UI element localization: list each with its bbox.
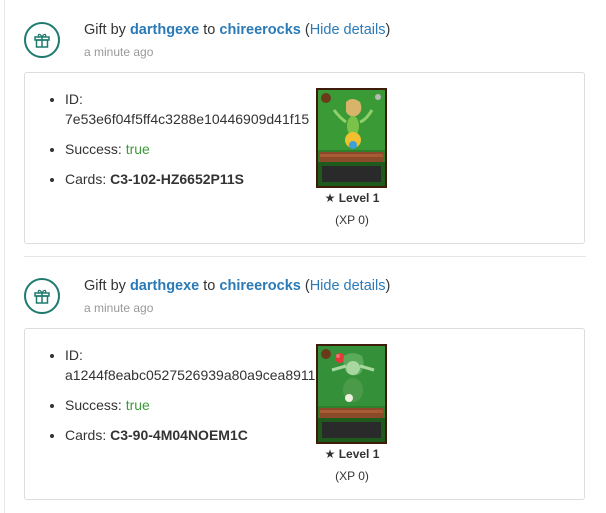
timestamp: a minute ago [84,45,154,59]
success-label: Success: [65,141,122,157]
gift-headline: Gift by darthgexe to chireerocks (Hide d… [84,22,390,38]
level-label: Level 1 [338,447,380,461]
success-item: Success: true [65,395,335,415]
details-panel: ID: a1244f8eabc0527526939a80a9cea8911 Su… [24,328,585,500]
id-value: a1244f8eabc0527526939a80a9cea8911 [65,367,316,383]
success-value: true [125,141,150,157]
success-item: Success: true [65,139,335,159]
gift-icon [24,278,60,314]
close-paren: ) [385,278,391,294]
to-word: to [203,278,216,294]
details-list: ID: 7e53e6f04f5ff4c3288e10446909d41f15 S… [49,89,335,199]
star-icon: ★ [324,191,336,205]
cards-value: C3-102-HZ6652P11S [110,171,244,187]
id-item: ID: 7e53e6f04f5ff4c3288e10446909d41f15 [65,89,335,129]
to-user-link[interactable]: chireerocks [219,22,300,38]
from-user-link[interactable]: darthgexe [130,22,199,38]
cards-item: Cards: C3-102-HZ6652P11S [65,169,335,189]
cards-label: Cards: [65,171,107,187]
gift-entry: Gift by darthgexe to chireerocks (Hide d… [0,0,606,256]
card-xp: (XP 0) [335,213,369,227]
id-label: ID: [65,91,83,107]
green-elf-card-art[interactable] [316,344,387,444]
gift-prefix: Gift by [84,22,126,38]
hide-details-link[interactable]: Hide details [310,22,386,38]
to-word: to [203,22,216,38]
star-icon: ★ [324,447,336,461]
green-fairy-card-art[interactable] [316,88,387,188]
gift-entry: Gift by darthgexe to chireerocks (Hide d… [0,256,606,513]
gift-headline: Gift by darthgexe to chireerocks (Hide d… [84,278,390,294]
close-paren: ) [385,22,391,38]
card-level: ★ Level 1 [315,191,389,205]
success-value: true [125,397,150,413]
details-panel: ID: 7e53e6f04f5ff4c3288e10446909d41f15 S… [24,72,585,244]
success-label: Success: [65,397,122,413]
timestamp: a minute ago [84,301,154,315]
to-user-link[interactable]: chireerocks [219,278,300,294]
hide-details-link[interactable]: Hide details [310,278,386,294]
cards-item: Cards: C3-90-4M04NOEM1C [65,425,335,445]
card-level: ★ Level 1 [315,447,389,461]
cards-value: C3-90-4M04NOEM1C [110,427,248,443]
level-label: Level 1 [338,191,380,205]
id-item: ID: a1244f8eabc0527526939a80a9cea8911 [65,345,335,385]
card-xp: (XP 0) [335,469,369,483]
id-label: ID: [65,347,83,363]
gift-prefix: Gift by [84,278,126,294]
details-list: ID: a1244f8eabc0527526939a80a9cea8911 Su… [49,345,335,455]
id-value: 7e53e6f04f5ff4c3288e10446909d41f15 [65,111,310,127]
gift-icon [24,22,60,58]
cards-label: Cards: [65,427,107,443]
from-user-link[interactable]: darthgexe [130,278,199,294]
